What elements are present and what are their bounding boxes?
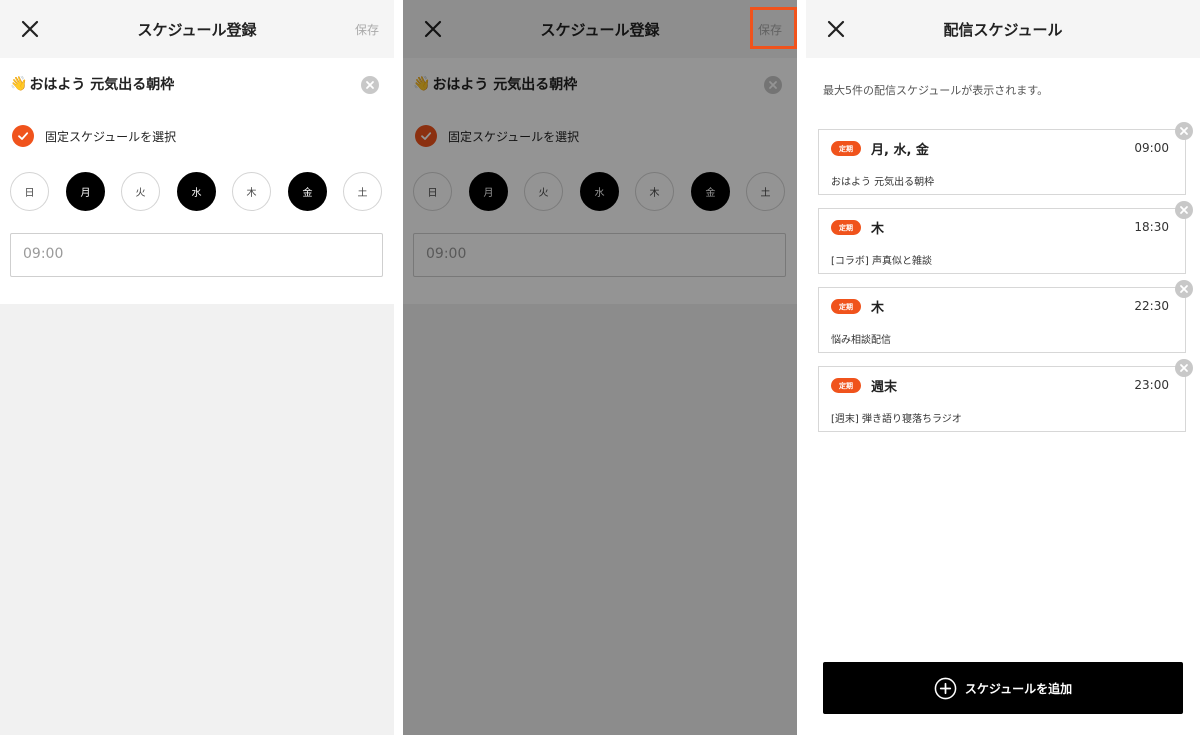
add-schedule-label: スケジュールを追加	[964, 681, 1073, 696]
day-thu[interactable]: 木	[635, 172, 674, 211]
schedule-title-text: おはよう 元気出る朝枠	[432, 77, 578, 93]
schedule-card[interactable]: 定期 週末 23:00 [週末] 弾き語り寝落ちラジオ	[818, 359, 1193, 432]
day-sat[interactable]: 土	[343, 172, 382, 211]
fixed-schedule-label: 固定スケジュールを選択	[448, 129, 580, 144]
checkbox-checked-icon[interactable]	[12, 125, 34, 147]
page-title: スケジュール登録	[540, 21, 660, 39]
periodic-badge: 定期	[831, 378, 861, 393]
schedule-text: おはよう 元気出る朝枠	[831, 177, 935, 188]
day-wed[interactable]: 水	[580, 172, 619, 211]
day-sun[interactable]: 日	[10, 172, 49, 211]
schedule-text: [週末] 弾き語り寝落ちラジオ	[831, 414, 962, 425]
day-tue[interactable]: 火	[524, 172, 563, 211]
day-tue[interactable]: 火	[121, 172, 160, 211]
schedule-days: 月, 水, 金	[871, 143, 929, 158]
weekday-selector: 日 月 火 水 木 金 土	[413, 172, 787, 211]
waving-hand-icon: 👋	[10, 76, 28, 92]
save-button[interactable]: 保存	[758, 21, 782, 38]
schedule-days: 木	[871, 222, 885, 237]
schedule-register-screen: スケジュール登録 保存 👋 おはよう 元気出る朝枠 固定スケジュールを選択 日 …	[0, 0, 394, 735]
header: スケジュール登録 保存	[403, 0, 797, 58]
header: 配信スケジュール	[806, 0, 1200, 58]
schedule-form: 👋 おはよう 元気出る朝枠 固定スケジュールを選択 日 月 火 水 木 金 土 …	[403, 58, 797, 304]
page-title: スケジュール登録	[137, 21, 257, 39]
fixed-schedule-checkbox-row[interactable]: 固定スケジュールを選択	[415, 125, 579, 147]
header: スケジュール登録 保存	[0, 0, 394, 58]
schedule-list-screen: 配信スケジュール 最大5件の配信スケジュールが表示されます。 定期 月, 水, …	[806, 0, 1200, 735]
day-thu[interactable]: 木	[232, 172, 271, 211]
day-mon[interactable]: 月	[66, 172, 105, 211]
schedule-text: 悩み相談配信	[831, 335, 891, 346]
plus-circle-icon	[934, 677, 957, 700]
add-schedule-button[interactable]: スケジュールを追加	[823, 662, 1183, 714]
schedule-time: 22:30	[1134, 299, 1169, 313]
day-fri[interactable]: 金	[288, 172, 327, 211]
day-wed[interactable]: 水	[177, 172, 216, 211]
schedule-card[interactable]: 定期 木 22:30 悩み相談配信	[818, 280, 1193, 353]
schedule-card[interactable]: 定期 木 18:30 [コラボ] 声真似と雑談	[818, 201, 1193, 274]
time-input[interactable]: 09:00	[413, 233, 786, 277]
schedule-register-screen-highlighted: スケジュール登録 保存 👋 おはよう 元気出る朝枠 固定スケジュールを選択 日 …	[403, 0, 797, 735]
clear-title-button[interactable]	[361, 76, 379, 94]
delete-schedule-button[interactable]	[1175, 122, 1193, 140]
waving-hand-icon: 👋	[413, 76, 431, 92]
delete-schedule-button[interactable]	[1175, 201, 1193, 219]
schedule-card[interactable]: 定期 月, 水, 金 09:00 おはよう 元気出る朝枠	[818, 122, 1193, 195]
day-sun[interactable]: 日	[413, 172, 452, 211]
day-fri[interactable]: 金	[691, 172, 730, 211]
periodic-badge: 定期	[831, 220, 861, 235]
periodic-badge: 定期	[831, 141, 861, 156]
delete-schedule-button[interactable]	[1175, 359, 1193, 377]
day-mon[interactable]: 月	[469, 172, 508, 211]
periodic-badge: 定期	[831, 299, 861, 314]
schedule-title-field[interactable]: 👋 おはよう 元気出る朝枠	[10, 74, 174, 94]
schedule-days: 木	[871, 301, 885, 316]
schedule-title-field[interactable]: 👋 おはよう 元気出る朝枠	[413, 74, 577, 94]
schedule-text: [コラボ] 声真似と雑談	[831, 256, 932, 267]
page-title: 配信スケジュール	[943, 21, 1063, 39]
schedule-days: 週末	[871, 380, 898, 395]
schedule-time: 09:00	[1134, 141, 1169, 155]
save-button[interactable]: 保存	[355, 21, 379, 38]
clear-title-button[interactable]	[764, 76, 782, 94]
day-sat[interactable]: 土	[746, 172, 785, 211]
time-input[interactable]: 09:00	[10, 233, 383, 277]
schedule-title-text: おはよう 元気出る朝枠	[29, 77, 175, 93]
checkbox-checked-icon[interactable]	[415, 125, 437, 147]
delete-schedule-button[interactable]	[1175, 280, 1193, 298]
schedule-form: 👋 おはよう 元気出る朝枠 固定スケジュールを選択 日 月 火 水 木 金 土 …	[0, 58, 394, 304]
schedule-time: 23:00	[1134, 378, 1169, 392]
fixed-schedule-checkbox-row[interactable]: 固定スケジュールを選択	[12, 125, 176, 147]
fixed-schedule-label: 固定スケジュールを選択	[45, 129, 177, 144]
weekday-selector: 日 月 火 水 木 金 土	[10, 172, 384, 211]
list-description: 最大5件の配信スケジュールが表示されます。	[823, 84, 1049, 97]
schedule-time: 18:30	[1134, 220, 1169, 234]
